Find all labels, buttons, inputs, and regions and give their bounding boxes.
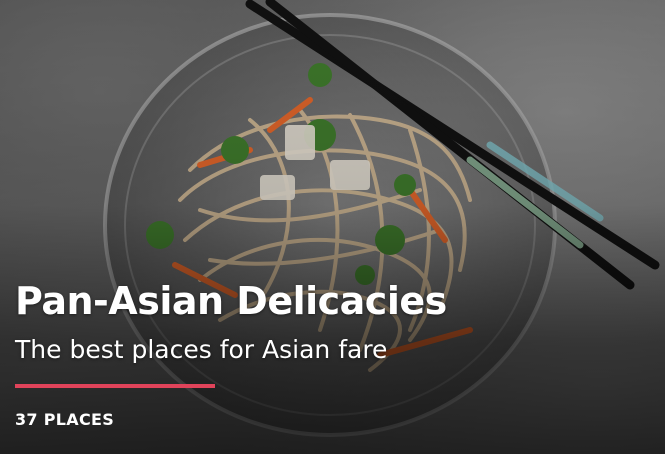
card-title: Pan-Asian Delicacies <box>15 279 447 323</box>
accent-divider <box>15 384 215 388</box>
card-subtitle: The best places for Asian fare <box>15 335 388 364</box>
card-text: Pan-Asian Delicacies The best places for… <box>15 276 650 429</box>
places-count: 37 PLACES <box>15 410 115 429</box>
collection-card[interactable]: Pan-Asian Delicacies The best places for… <box>0 0 665 454</box>
